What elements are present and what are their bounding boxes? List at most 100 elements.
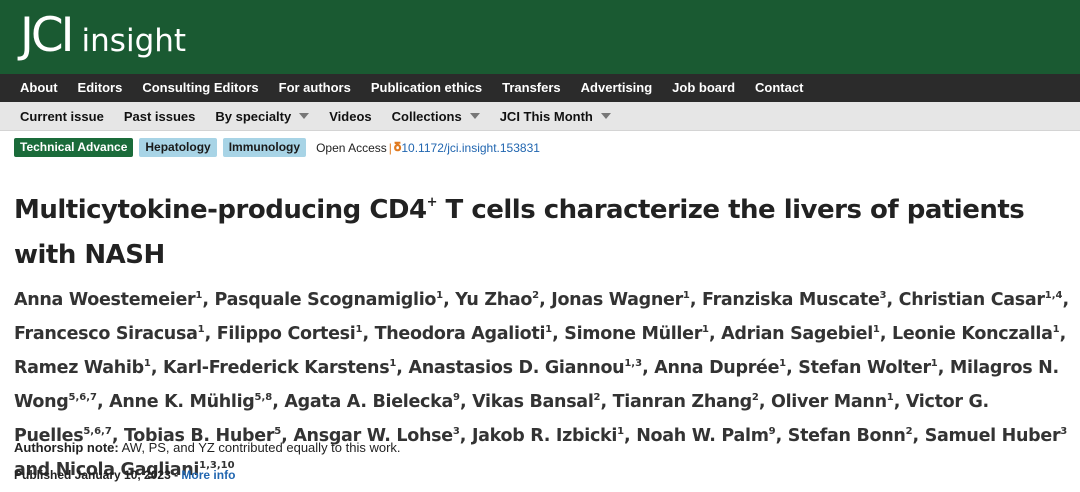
author-name[interactable]: Franziska Muscate: [702, 290, 880, 310]
author-affiliation[interactable]: 1: [198, 324, 205, 335]
author-name[interactable]: Ramez Wahib: [14, 358, 144, 378]
nav-job-board[interactable]: Job board: [662, 74, 745, 102]
author-name[interactable]: Filippo Cortesi: [217, 324, 356, 344]
author-affiliation[interactable]: 1: [931, 358, 938, 369]
author-affiliation[interactable]: 5: [274, 426, 281, 437]
nav-editors[interactable]: Editors: [68, 74, 133, 102]
chevron-down-icon: [299, 113, 310, 119]
open-access-label: Open Access: [316, 140, 387, 155]
authorship-note: Authorship note: AW, PS, and YZ contribu…: [14, 440, 401, 455]
author-affiliation[interactable]: 1: [779, 358, 786, 369]
nav-contact[interactable]: Contact: [745, 74, 813, 102]
more-info-link[interactable]: More info: [181, 468, 235, 482]
author-name[interactable]: Leonie Konczalla: [892, 324, 1053, 344]
jci-insight-logo[interactable]: JCI insight: [20, 6, 186, 71]
author-affiliation[interactable]: 1: [545, 324, 552, 335]
author-name[interactable]: Simone Müller: [564, 324, 702, 344]
article-tags: Technical Advance Hepatology Immunology …: [14, 138, 540, 157]
author-affiliation[interactable]: 5,6,7: [83, 426, 111, 437]
author-name[interactable]: Anna Duprée: [654, 358, 779, 378]
author-affiliation[interactable]: 1: [887, 392, 894, 403]
author-affiliation[interactable]: 3: [453, 426, 460, 437]
author-name[interactable]: Adrian Sagebiel: [721, 324, 873, 344]
author-affiliation[interactable]: 1: [355, 324, 362, 335]
article-type-badge[interactable]: Technical Advance: [14, 138, 134, 157]
primary-nav: About Editors Consulting Editors For aut…: [0, 74, 1080, 102]
author-affiliation[interactable]: 2: [752, 392, 759, 403]
nav-videos[interactable]: Videos: [319, 102, 381, 131]
author-name[interactable]: Jonas Wagner: [551, 290, 683, 310]
author-affiliation[interactable]: 3: [1060, 426, 1067, 437]
author-name[interactable]: Pasquale Scognamiglio: [215, 290, 437, 310]
author-affiliation[interactable]: 1: [436, 290, 443, 301]
logo-insight: insight: [81, 23, 187, 59]
author-affiliation[interactable]: 1: [1053, 324, 1060, 335]
nav-current-issue-label: Current issue: [20, 108, 104, 124]
author-name[interactable]: Theodora Agalioti: [375, 324, 546, 344]
specialty-tag-hepatology[interactable]: Hepatology: [139, 138, 217, 157]
author-name[interactable]: Stefan Wolter: [798, 358, 931, 378]
author-affiliation[interactable]: 2: [532, 290, 539, 301]
author-affiliation[interactable]: 1: [144, 358, 151, 369]
published-date: Published January 10, 2023 -: [14, 468, 182, 482]
author-name[interactable]: Yu Zhao: [455, 290, 532, 310]
author-affiliation[interactable]: 1: [195, 290, 202, 301]
nav-by-specialty[interactable]: By specialty: [205, 102, 319, 131]
author-name[interactable]: Karl-Frederick Karstens: [163, 358, 390, 378]
nav-jci-this-month[interactable]: JCI This Month: [490, 102, 621, 131]
nav-transfers[interactable]: Transfers: [492, 74, 571, 102]
nav-past-issues[interactable]: Past issues: [114, 102, 206, 131]
author-name[interactable]: Anna Woestemeier: [14, 290, 196, 310]
author-affiliation[interactable]: 1: [617, 426, 624, 437]
author-name[interactable]: Oliver Mann: [771, 392, 887, 412]
author-name[interactable]: Francesco Siracusa: [14, 324, 198, 344]
author-affiliation[interactable]: 1,4: [1045, 290, 1063, 301]
publication-info: Published January 10, 2023 - More info: [14, 468, 235, 482]
nav-for-authors[interactable]: For authors: [269, 74, 361, 102]
author-name[interactable]: Vikas Bansal: [472, 392, 594, 412]
nav-publication-ethics[interactable]: Publication ethics: [361, 74, 492, 102]
author-name[interactable]: Stefan Bonn: [788, 426, 906, 446]
author-name[interactable]: Noah W. Palm: [636, 426, 769, 446]
secondary-nav: Current issue Past issues By specialty V…: [0, 102, 1080, 131]
author-affiliation[interactable]: 9: [769, 426, 776, 437]
author-affiliation[interactable]: 5,6,7: [69, 392, 97, 403]
article-title: Multicytokine-producing CD4+ T cells cha…: [14, 180, 1074, 278]
author-affiliation[interactable]: 3: [880, 290, 887, 301]
author-name[interactable]: Agata A. Bielecka: [284, 392, 453, 412]
author-name[interactable]: Anastasios D. Giannou: [408, 358, 624, 378]
separator: |: [388, 140, 392, 155]
nav-collections[interactable]: Collections: [382, 102, 490, 131]
author-affiliation[interactable]: 1: [683, 290, 690, 301]
nav-current-issue[interactable]: Current issue: [10, 102, 114, 131]
nav-videos-label: Videos: [329, 108, 372, 124]
title-superscript: +: [426, 195, 438, 210]
nav-about[interactable]: About: [10, 74, 68, 102]
authorship-note-text: AW, PS, and YZ contributed equally to th…: [118, 440, 401, 455]
author-affiliation[interactable]: 2: [906, 426, 913, 437]
open-access-icon: 𝛅: [393, 140, 402, 154]
author-affiliation[interactable]: 1: [702, 324, 709, 335]
nav-collections-label: Collections: [391, 108, 462, 124]
doi-link[interactable]: 10.1172/jci.insight.153831: [401, 141, 540, 155]
author-affiliation[interactable]: 9: [453, 392, 460, 403]
author-affiliation[interactable]: 5,8: [255, 392, 273, 403]
title-part-1: Multicytokine-producing CD4: [14, 195, 427, 225]
nav-past-issues-label: Past issues: [123, 108, 196, 124]
author-affiliation[interactable]: 1: [389, 358, 396, 369]
specialty-tag-immunology[interactable]: Immunology: [222, 138, 307, 157]
author-affiliation[interactable]: 1,3: [624, 358, 642, 369]
author-name[interactable]: Christian Casar: [899, 290, 1045, 310]
nav-advertising[interactable]: Advertising: [571, 74, 663, 102]
author-name[interactable]: Tianran Zhang: [613, 392, 753, 412]
nav-consulting-editors[interactable]: Consulting Editors: [132, 74, 268, 102]
author-name[interactable]: Anne K. Mühlig: [109, 392, 255, 412]
authorship-note-label: Authorship note:: [14, 440, 119, 455]
author-name[interactable]: Samuel Huber: [925, 426, 1061, 446]
nav-by-specialty-label: By specialty: [215, 108, 292, 124]
chevron-down-icon: [600, 113, 611, 119]
author-name[interactable]: Jakob R. Izbicki: [472, 426, 617, 446]
author-affiliation[interactable]: 2: [594, 392, 601, 403]
author-affiliation[interactable]: 1: [873, 324, 880, 335]
logo-jci: JCI: [20, 8, 75, 63]
